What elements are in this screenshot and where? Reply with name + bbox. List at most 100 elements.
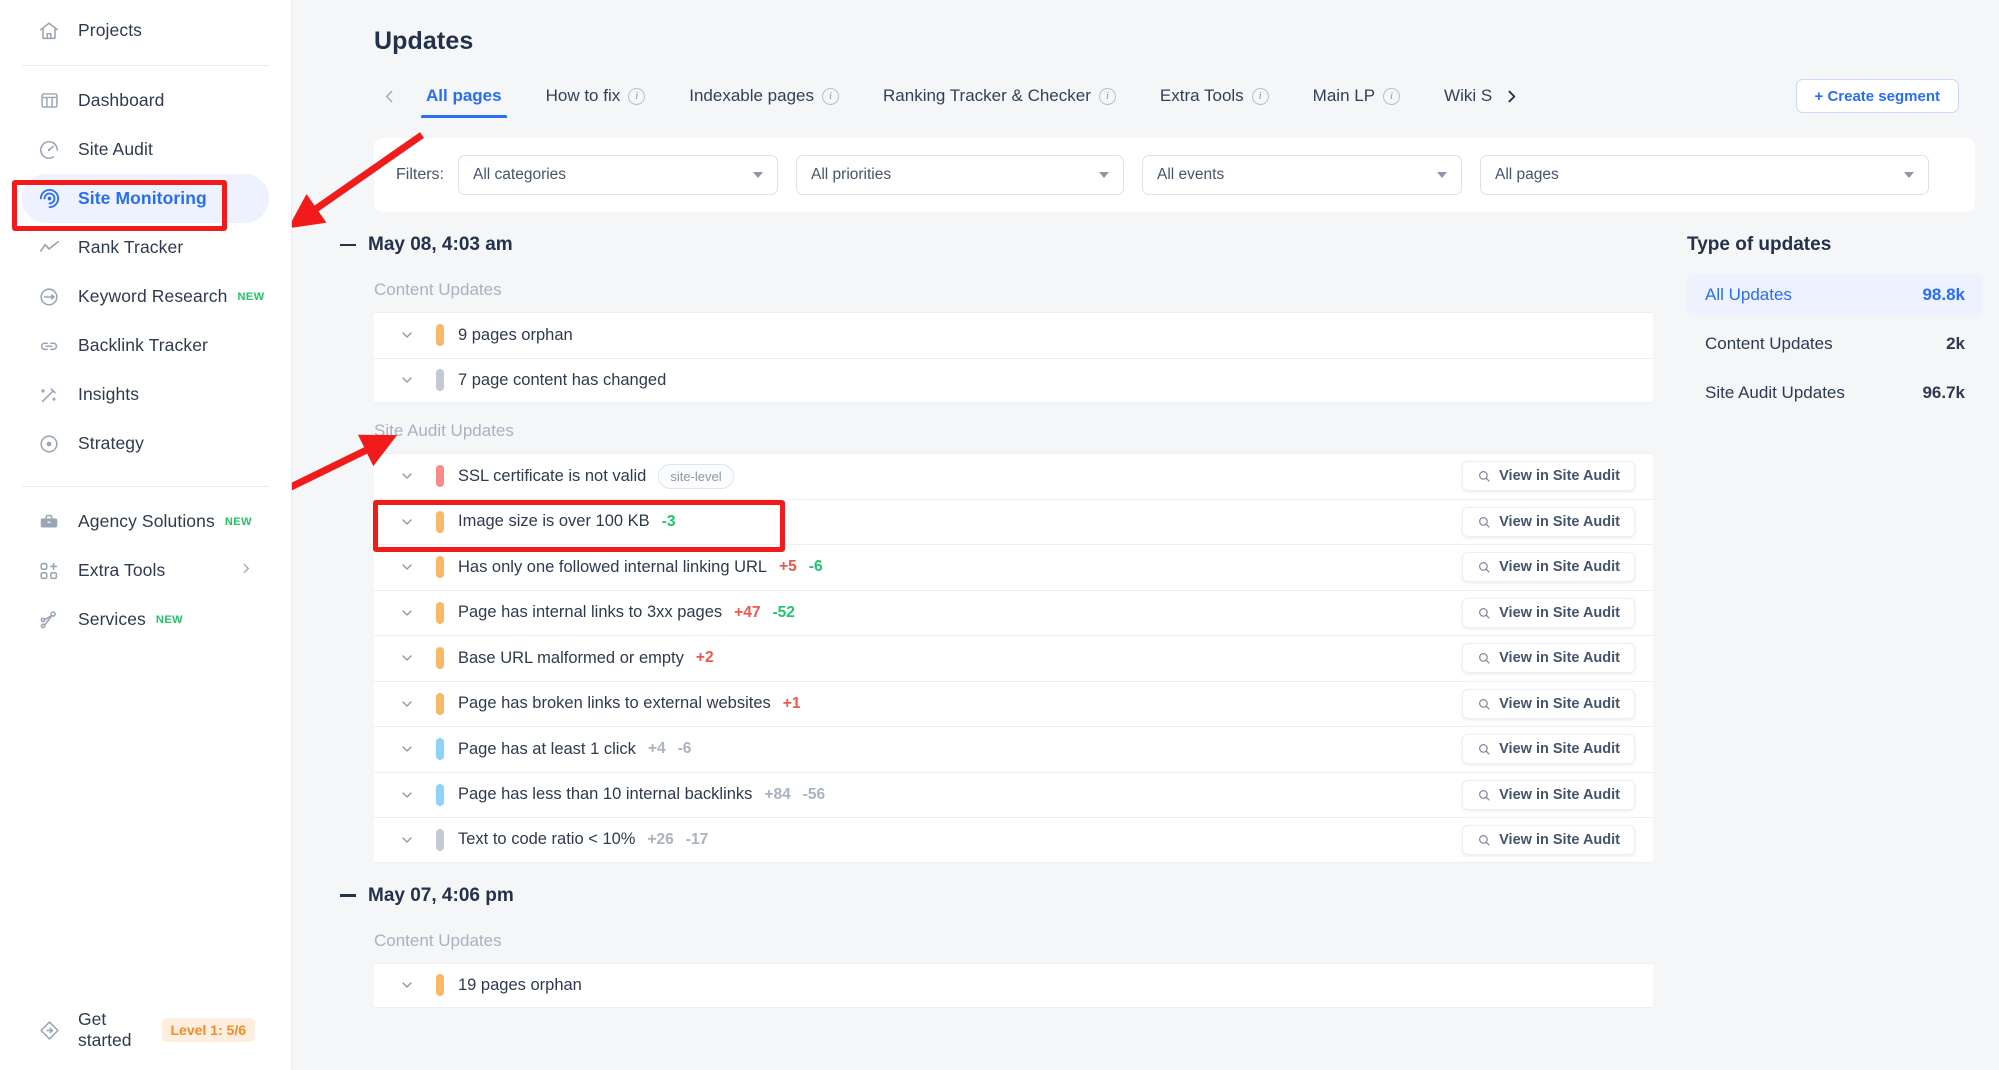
sidebar-item-extra-tools[interactable]: Extra Tools: [22, 546, 269, 595]
tab-extra-tools[interactable]: Extra Tools i: [1138, 74, 1291, 118]
pages-select[interactable]: All pages: [1480, 155, 1929, 195]
table-row[interactable]: Page has less than 10 internal backlinks…: [374, 771, 1653, 817]
sidebar-item-dashboard[interactable]: Dashboard: [22, 76, 269, 125]
tabs-bar: All pages How to fix i Indexable pages i…: [292, 74, 1999, 118]
search-icon: [1477, 833, 1491, 847]
info-icon[interactable]: i: [1383, 87, 1401, 105]
table-row[interactable]: Has only one followed internal linking U…: [374, 544, 1653, 590]
day-header: May 07, 4:06 pm: [292, 863, 1653, 913]
search-icon: [1477, 651, 1491, 665]
collapse-toggle-icon[interactable]: [340, 894, 356, 897]
table-row[interactable]: Page has at least 1 click +4 -6 View in Sit…: [374, 726, 1653, 772]
target-arrow-icon: [36, 284, 62, 310]
expand-row-chevron-down-icon[interactable]: [396, 832, 418, 848]
tab-indexable-pages[interactable]: Indexable pages i: [667, 74, 861, 118]
table-row[interactable]: Base URL malformed or empty +2 View in Sit…: [374, 635, 1653, 681]
expand-row-chevron-down-icon[interactable]: [396, 327, 418, 343]
tabs-prev-button[interactable]: [374, 74, 404, 118]
day-title: May 07, 4:06 pm: [368, 884, 514, 906]
tab-ranking-tracker-checker[interactable]: Ranking Tracker & Checker i: [861, 74, 1138, 118]
expand-row-chevron-down-icon[interactable]: [396, 787, 418, 803]
view-in-site-audit-button[interactable]: View in Site Audit: [1462, 461, 1635, 492]
expand-row-chevron-down-icon[interactable]: [396, 741, 418, 757]
panel-item-site-audit-updates[interactable]: Site Audit Updates 96.7k: [1687, 372, 1983, 414]
sidebar-item-site-audit[interactable]: Site Audit: [22, 125, 269, 174]
expand-row-chevron-down-icon[interactable]: [396, 514, 418, 530]
node-tree-icon: [36, 607, 62, 633]
panel-item-content-updates[interactable]: Content Updates 2k: [1687, 323, 1983, 365]
view-in-site-audit-button[interactable]: View in Site Audit: [1462, 552, 1635, 583]
expand-row-chevron-down-icon[interactable]: [396, 468, 418, 484]
table-row[interactable]: 19 pages orphan: [374, 962, 1653, 1008]
expand-row-chevron-down-icon[interactable]: [396, 605, 418, 621]
panel-item-label: Content Updates: [1705, 334, 1833, 353]
info-icon[interactable]: i: [822, 87, 840, 105]
categories-select[interactable]: All categories: [458, 155, 778, 195]
view-in-site-audit-button[interactable]: View in Site Audit: [1462, 779, 1635, 810]
view-in-site-audit-button[interactable]: View in Site Audit: [1462, 506, 1635, 537]
priorities-select[interactable]: All priorities: [796, 155, 1124, 195]
sidebar-item-rank-tracker[interactable]: Rank Tracker: [22, 223, 269, 272]
view-in-site-audit-button[interactable]: View in Site Audit: [1462, 734, 1635, 765]
panel-item-value: 96.7k: [1922, 383, 1965, 402]
priority-indicator: [436, 828, 444, 851]
tab-main-lp[interactable]: Main LP i: [1291, 74, 1422, 118]
panel-item-all-updates[interactable]: All Updates 98.8k: [1687, 274, 1983, 316]
view-in-site-audit-button[interactable]: View in Site Audit: [1462, 597, 1635, 628]
events-select[interactable]: All events: [1142, 155, 1462, 195]
table-row[interactable]: Page has broken links to external websit…: [374, 680, 1653, 726]
tabs-next-button[interactable]: [1498, 74, 1524, 118]
row-title: Page has internal links to 3xx pages: [458, 603, 723, 622]
table-row[interactable]: 9 pages orphan: [374, 312, 1653, 358]
collapse-toggle-icon[interactable]: [340, 243, 356, 247]
sidebar-item-services[interactable]: Services NEW: [22, 595, 269, 644]
chevron-down-icon: [753, 172, 763, 178]
sidebar-item-strategy[interactable]: Strategy: [22, 419, 269, 468]
priority-indicator: [436, 647, 444, 670]
get-started-item[interactable]: Get started Level 1: 5/6: [22, 1008, 269, 1052]
sidebar-item-agency-solutions[interactable]: Agency Solutions NEW: [22, 497, 269, 546]
updates-row-group: 9 pages orphan 7 page content has changed: [292, 312, 1653, 403]
create-segment-button[interactable]: + Create segment: [1795, 79, 1959, 113]
expand-row-chevron-down-icon[interactable]: [396, 559, 418, 575]
expand-row-chevron-down-icon[interactable]: [396, 696, 418, 712]
search-icon: [1477, 515, 1491, 529]
sidebar-item-label: Site Audit: [78, 139, 153, 159]
sidebar-item-keyword-research[interactable]: Keyword Research NEW: [22, 272, 269, 321]
view-in-site-audit-button[interactable]: View in Site Audit: [1462, 643, 1635, 674]
sidebar-item-insights[interactable]: Insights: [22, 370, 269, 419]
expand-row-chevron-down-icon[interactable]: [396, 977, 418, 993]
scope-tag: site-level: [658, 463, 734, 489]
main-content: Updates All pages How to fix i Indexable…: [292, 0, 1999, 1070]
sidebar: Projects Dashboard Site Audit Site Monit…: [0, 0, 292, 1070]
sidebar-item-label: Projects: [78, 20, 143, 40]
table-row[interactable]: Text to code ratio < 10% +26 -17 View in Si…: [374, 817, 1653, 863]
info-icon[interactable]: i: [1251, 87, 1269, 105]
filters-bar: Filters: All categories All priorities A…: [374, 138, 1975, 212]
row-title: 19 pages orphan: [458, 975, 582, 994]
type-of-updates-panel: Type of updates All Updates 98.8k Conten…: [1653, 212, 1999, 1008]
chevron-down-icon: [1099, 172, 1109, 178]
priority-indicator: [436, 692, 444, 715]
expand-row-chevron-down-icon[interactable]: [396, 650, 418, 666]
home-icon: [36, 18, 62, 44]
view-in-site-audit-button[interactable]: View in Site Audit: [1462, 688, 1635, 719]
table-row[interactable]: SSL certificate is not valid site-level Vi…: [374, 453, 1653, 499]
sidebar-item-site-monitoring[interactable]: Site Monitoring: [22, 174, 269, 223]
sidebar-top-group: Projects: [0, 0, 291, 55]
sidebar-item-backlink-tracker[interactable]: Backlink Tracker: [22, 321, 269, 370]
info-icon[interactable]: i: [628, 87, 646, 105]
tab-label: How to fix: [545, 86, 621, 105]
tab-all-pages[interactable]: All pages: [404, 74, 524, 118]
info-icon[interactable]: i: [1098, 87, 1116, 105]
tab-wiki-s[interactable]: Wiki S: [1422, 74, 1498, 118]
priority-indicator: [436, 783, 444, 806]
table-row[interactable]: 7 page content has changed: [374, 357, 1653, 403]
view-in-site-audit-button[interactable]: View in Site Audit: [1462, 824, 1635, 855]
table-row[interactable]: Image size is over 100 KB -3 View in Site …: [374, 498, 1653, 544]
sidebar-item-projects[interactable]: Projects: [22, 6, 269, 55]
delta-value: -3: [661, 512, 676, 530]
table-row[interactable]: Page has internal links to 3xx pages +47-…: [374, 589, 1653, 635]
expand-row-chevron-down-icon[interactable]: [396, 372, 418, 388]
tab-how-to-fix[interactable]: How to fix i: [524, 74, 668, 118]
